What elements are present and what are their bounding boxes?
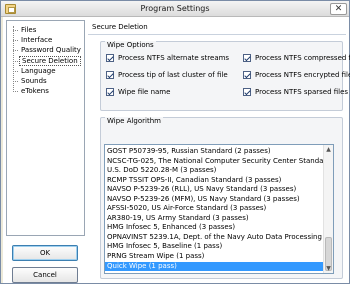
option-label: Process NTFS encrypted files (255, 71, 350, 79)
wipe-options-label: Wipe Options (105, 41, 156, 50)
tree-item-etokens[interactable]: eTokens (19, 86, 51, 96)
wipe-algorithm-label: Wipe Algorithm (105, 117, 163, 126)
panel-heading: Secure Deletion (88, 20, 346, 34)
tree-connector (13, 26, 14, 92)
close-button[interactable]: ✕ (330, 3, 347, 15)
option-label: Process NTFS sparsed files (255, 88, 349, 96)
wipe-options-group: Wipe Options Process NTFS alternate stre… (100, 41, 350, 111)
program-settings-window: Program Settings ✕ Files Interface Passwor… (0, 0, 350, 284)
option-label: Process NTFS compressed files (255, 54, 350, 62)
tree-connector-tick (13, 91, 18, 92)
option-checkbox[interactable] (243, 71, 251, 79)
scroll-up-icon[interactable]: ▲ (324, 145, 333, 154)
list-item[interactable]: Quick Wipe (1 pass) (105, 261, 323, 272)
wipe-algorithm-list[interactable]: GOST P50739-95, Russian Standard (2 pass… (104, 144, 334, 274)
option-label: Process tip of last cluster of file (118, 71, 228, 79)
list-item[interactable]: OPNAVINST 5239.1A, Dept. of the Navy Aut… (105, 233, 323, 243)
tree-connector-tick (13, 40, 18, 41)
close-icon: ✕ (334, 4, 343, 14)
settings-tree[interactable]: Files Interface Password Quality Secure Del… (6, 20, 85, 236)
list-item[interactable]: NAVSO P-5239-26 (MFM), US Navy Standard … (105, 195, 323, 205)
option-label: Wipe file name (118, 88, 171, 96)
list-item[interactable]: PRNG Stream Wipe (1 pass) (105, 252, 323, 262)
tree-connector-tick (13, 50, 18, 51)
list-item[interactable]: RCMP TSSIT OPS-II, Canadian Standard (3 … (105, 176, 323, 186)
list-item[interactable]: GOST P50739-95, Russian Standard (2 pass… (105, 147, 323, 157)
option-checkbox[interactable] (243, 88, 251, 96)
tree-item-secure-deletion[interactable]: Secure Deletion (19, 56, 81, 66)
list-item[interactable]: NAVSO P-5239-26 (RLL), US Navy Standard … (105, 185, 323, 195)
tree-item-files[interactable]: Files (19, 25, 38, 35)
tree-connector-tick (13, 81, 18, 82)
tree-item-sounds[interactable]: Sounds (19, 76, 49, 86)
ok-button[interactable]: OK (12, 245, 78, 261)
option-checkbox[interactable] (243, 54, 251, 62)
window-title: Program Settings (140, 4, 210, 13)
tree-item-password-quality[interactable]: Password Quality (19, 45, 83, 55)
option-checkbox[interactable] (106, 54, 114, 62)
option-checkbox[interactable] (106, 88, 114, 96)
tree-connector-tick (13, 61, 18, 62)
list-item[interactable]: NCSC-TG-025, The National Computer Secur… (105, 157, 323, 167)
title-bar[interactable]: Program Settings ✕ (1, 1, 349, 17)
list-item[interactable]: HMG Infosec 5, Enhanced (3 passes) (105, 223, 323, 233)
tree-item-interface[interactable]: Interface (19, 35, 54, 45)
tree-item-language[interactable]: Language (19, 66, 58, 76)
list-item[interactable]: AR380-19, US Army Standard (3 passes) (105, 214, 323, 224)
option-checkbox[interactable] (106, 71, 114, 79)
list-item[interactable]: HMG Infosec 5, Baseline (1 pass) (105, 242, 323, 252)
list-scrollbar[interactable]: ▲ ▼ (323, 145, 333, 273)
cancel-button[interactable]: Cancel (12, 267, 78, 283)
dialog-body: Files Interface Password Quality Secure Del… (3, 17, 350, 283)
heading-divider (88, 34, 346, 35)
option-label: Process NTFS alternate streams (118, 54, 230, 62)
list-item[interactable]: AFSSI-5020, US Air-Force Standard (3 pas… (105, 204, 323, 214)
tree-connector-tick (13, 71, 18, 72)
list-item[interactable]: U.S. DoD 5220.28-M (3 passes) (105, 166, 323, 176)
scroll-down-icon[interactable]: ▼ (324, 264, 333, 273)
tree-connector-tick (13, 30, 18, 31)
